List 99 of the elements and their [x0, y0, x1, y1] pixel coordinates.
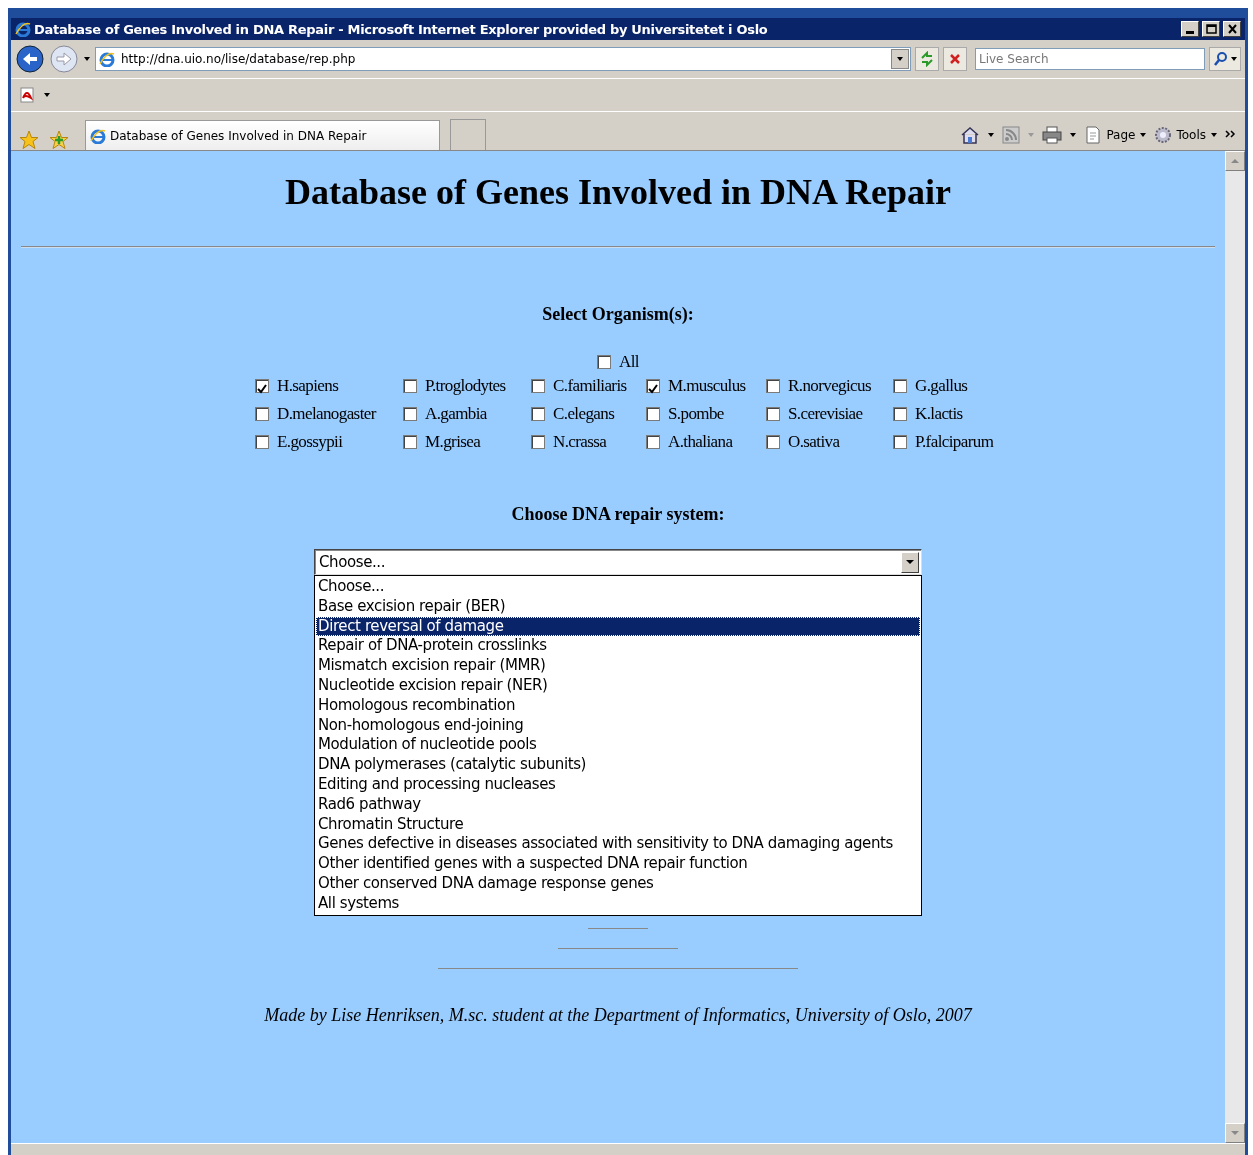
- checkbox-label: S.pombe: [668, 404, 724, 424]
- checkbox-label: H.sapiens: [277, 376, 339, 396]
- checkbox[interactable]: [255, 407, 269, 421]
- section-label: Choose DNA repair system:: [511, 504, 725, 525]
- checkbox[interactable]: [646, 407, 660, 421]
- dropdown-option[interactable]: DNA polymerases (catalytic subunits): [316, 755, 920, 775]
- checkbox[interactable]: [255, 379, 269, 393]
- stop-button[interactable]: [943, 47, 967, 71]
- dropdown-option[interactable]: Mismatch excision repair (MMR): [316, 656, 920, 676]
- checkbox[interactable]: [893, 379, 907, 393]
- home-icon[interactable]: [960, 126, 981, 144]
- dropdown-option[interactable]: Homologous recombination: [316, 695, 920, 716]
- close-icon: [948, 52, 962, 66]
- dropdown-option[interactable]: Repair of DNA-protein crosslinks: [316, 636, 920, 657]
- caret-icon[interactable]: [43, 91, 51, 99]
- checkbox[interactable]: [531, 407, 545, 421]
- checkbox-label: P.troglodytes: [425, 376, 506, 396]
- checkbox[interactable]: [403, 407, 417, 421]
- checkbox[interactable]: [531, 379, 545, 393]
- footer-text: Made by Lise Henriksen, M.sc. student at the Department of Informatics, University of Oslo, 2007: [264, 1004, 972, 1026]
- dropdown-option[interactable]: Choose...: [316, 577, 920, 597]
- caret-icon[interactable]: [83, 55, 91, 63]
- checkbox[interactable]: [646, 379, 660, 393]
- checkbox-label: E.gossypii: [277, 432, 343, 452]
- checkbox-label: P.falciparum: [915, 432, 994, 452]
- ie-logo-icon: [15, 21, 31, 37]
- close-icon: [1226, 24, 1238, 34]
- dropdown-option[interactable]: Base excision repair (BER): [316, 596, 920, 617]
- checkbox-label: A.gambia: [425, 404, 487, 424]
- checkbox[interactable]: [766, 379, 780, 393]
- menu-button[interactable]: Tools: [1154, 126, 1218, 144]
- dropdown-option[interactable]: All systems: [316, 893, 920, 914]
- refresh-button[interactable]: [915, 47, 939, 71]
- dropdown-option[interactable]: Rad6 pathway: [316, 794, 920, 815]
- checkbox[interactable]: [893, 407, 907, 421]
- section-label: Select Organism(s):: [542, 304, 694, 325]
- search-field[interactable]: Live Search: [975, 48, 1205, 70]
- checkbox-label: C.elegans: [553, 404, 615, 424]
- back-icon[interactable]: [15, 44, 45, 74]
- close-button[interactable]: [1223, 21, 1241, 37]
- gear-icon: [1154, 126, 1173, 144]
- checkbox-label: O.sativa: [788, 432, 840, 452]
- window-title: Database of Genes Involved in DNA Repair - Microsoft Internet Explorer provided by Universitetet i Oslo: [34, 21, 769, 37]
- dropdown-button[interactable]: [891, 49, 909, 69]
- checkbox-label: N.crassa: [553, 432, 607, 452]
- star-icon[interactable]: [19, 130, 39, 150]
- maximize-button[interactable]: [1202, 21, 1220, 37]
- checkbox[interactable]: [766, 435, 780, 449]
- dropdown-option[interactable]: Direct reversal of damage: [316, 616, 920, 637]
- printer-icon[interactable]: [1042, 126, 1063, 144]
- scroll-up-button[interactable]: [1225, 151, 1245, 171]
- checkbox[interactable]: [893, 435, 907, 449]
- checkbox-label: G.gallus: [915, 376, 968, 396]
- caret-icon: [1210, 131, 1218, 139]
- dropdown-option[interactable]: Other conserved DNA damage response genes: [316, 873, 920, 894]
- dropdown-option[interactable]: Genes defective in diseases associated with sensitivity to DNA damaging agents: [316, 834, 920, 855]
- maximize-icon: [1205, 24, 1217, 34]
- page-heading: Database of Genes Involved in DNA Repair: [285, 171, 951, 213]
- checkbox[interactable]: [255, 435, 269, 449]
- caret-icon: [1231, 1130, 1239, 1136]
- checkbox-label: S.cerevisiae: [788, 404, 863, 424]
- menu-button[interactable]: Page: [1084, 126, 1148, 144]
- checkbox[interactable]: [403, 379, 417, 393]
- ie-logo-icon: [90, 127, 106, 144]
- checkbox[interactable]: [403, 435, 417, 449]
- checkbox-label: D.melanogaster: [277, 404, 376, 424]
- caret-icon: [896, 55, 904, 63]
- dropdown-option[interactable]: Other identified genes with a suspected DNA repair function: [316, 854, 920, 874]
- address-field[interactable]: http://dna.uio.no/lise/database/rep.php: [95, 47, 911, 71]
- checkbox[interactable]: [766, 407, 780, 421]
- checkbox-label: C.familiaris: [553, 376, 627, 396]
- checkbox[interactable]: [531, 435, 545, 449]
- scrollbar[interactable]: [1225, 151, 1245, 1143]
- dropdown-option[interactable]: Modulation of nucleotide pools: [316, 735, 920, 756]
- dropdown-option[interactable]: Editing and processing nucleases: [316, 774, 920, 795]
- checkbox-label: K.lactis: [915, 404, 963, 424]
- dropdown-option[interactable]: Non-homologous end-joining: [316, 715, 920, 736]
- minimize-button[interactable]: [1181, 21, 1199, 37]
- scroll-down-button[interactable]: [1225, 1123, 1245, 1143]
- dropdown-option[interactable]: Chromatin Structure: [316, 814, 920, 835]
- minimize-icon: [1186, 30, 1194, 34]
- checkbox-label: M.musculus: [668, 376, 746, 396]
- checkbox[interactable]: [597, 355, 612, 369]
- checkbox-label: A.thaliana: [668, 432, 733, 452]
- browser-tab[interactable]: Database of Genes Involved in DNA Repair: [85, 120, 440, 150]
- caret-icon: [1139, 131, 1148, 139]
- pdf-icon[interactable]: [19, 86, 37, 104]
- checkbox-label: M.grisea: [425, 432, 481, 452]
- checkbox[interactable]: [646, 435, 660, 449]
- search-button[interactable]: [1209, 47, 1241, 71]
- dropdown[interactable]: Choose...: [314, 549, 922, 575]
- checkbox-label: All: [619, 352, 639, 372]
- caret-icon[interactable]: [987, 131, 996, 139]
- caret-icon: [1231, 158, 1239, 164]
- checkbox-label: R.norvegicus: [788, 376, 871, 396]
- dropdown-option[interactable]: Nucleotide excision repair (NER): [316, 676, 920, 696]
- caret-icon[interactable]: [1069, 131, 1078, 139]
- refresh-icon: [919, 51, 935, 67]
- caret-icon: [906, 559, 914, 565]
